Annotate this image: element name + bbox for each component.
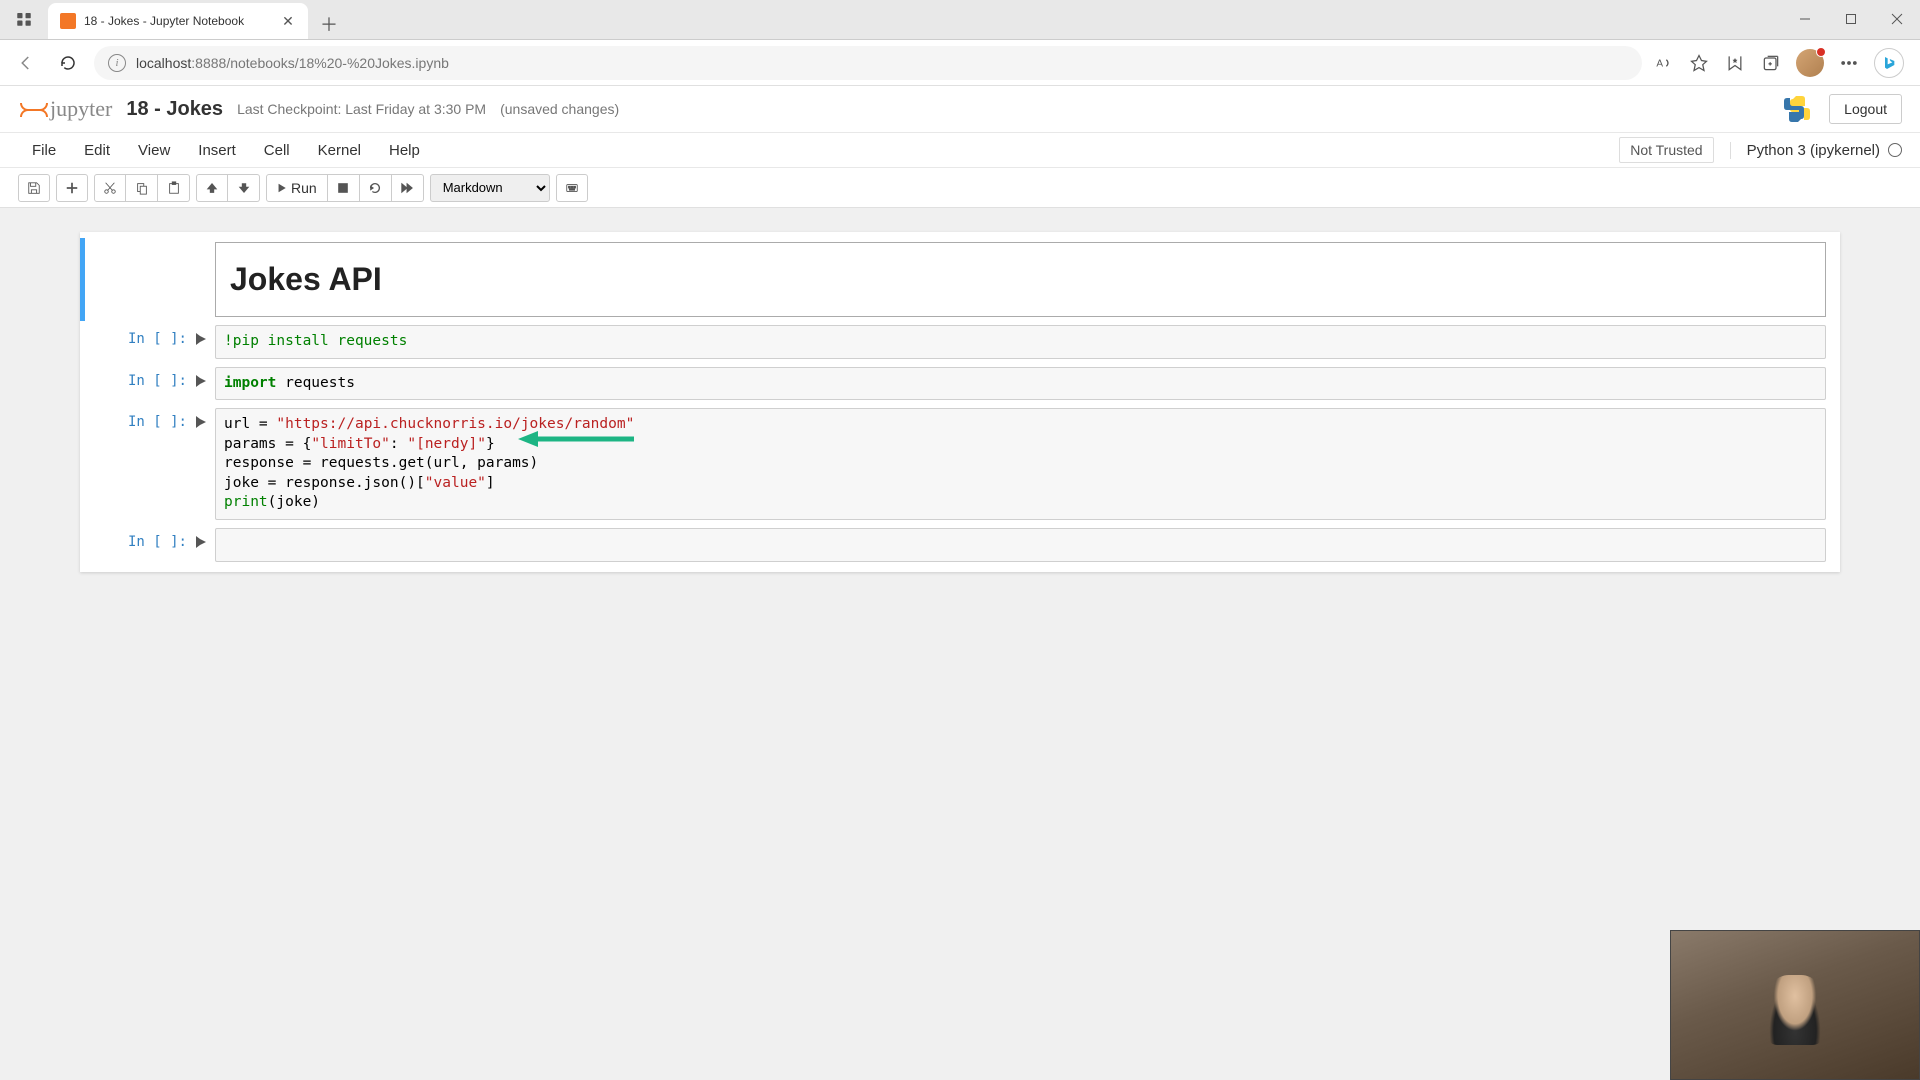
menu-file[interactable]: File xyxy=(18,136,70,165)
menu-cell[interactable]: Cell xyxy=(250,136,304,165)
svg-text:A: A xyxy=(1656,58,1663,69)
run-label: Run xyxy=(291,180,317,196)
prompt-label: In [ ]: xyxy=(128,373,187,389)
browser-tab-strip: 18 - Jokes - Jupyter Notebook ✕ ＋ xyxy=(0,0,1920,40)
menu-view[interactable]: View xyxy=(124,136,184,165)
site-info-icon[interactable]: i xyxy=(108,54,126,72)
jupyter-wordmark: jupyter xyxy=(50,96,112,122)
new-tab-button[interactable]: ＋ xyxy=(314,9,344,39)
prompt-label: In [ ]: xyxy=(128,534,187,550)
notebook-name[interactable]: 18 - Jokes xyxy=(126,98,223,121)
cell-prompt: In [ ]: xyxy=(85,325,215,359)
python-logo-icon xyxy=(1781,93,1813,125)
code-input[interactable]: url = "https://api.chucknorris.io/jokes/… xyxy=(215,408,1826,520)
jupyter-planet-icon xyxy=(18,95,46,123)
maximize-button[interactable] xyxy=(1828,0,1874,39)
code-input[interactable]: !pip install requests xyxy=(215,325,1826,359)
save-button[interactable] xyxy=(18,174,50,202)
browser-tab-active[interactable]: 18 - Jokes - Jupyter Notebook ✕ xyxy=(48,3,308,39)
restart-button[interactable] xyxy=(360,174,392,202)
toolbar: Run Markdown xyxy=(0,168,1920,208)
jupyter-header: jupyter 18 - Jokes Last Checkpoint: Last… xyxy=(0,86,1920,132)
run-cell-icon[interactable] xyxy=(195,534,207,548)
url-field[interactable]: i localhost:8888/notebooks/18%20-%20Joke… xyxy=(94,46,1642,80)
cell-prompt xyxy=(85,242,215,317)
prompt-label: In [ ]: xyxy=(128,414,187,430)
jupyter-logo[interactable]: jupyter xyxy=(18,95,112,123)
logout-button[interactable]: Logout xyxy=(1829,94,1902,124)
annotation-arrow-icon xyxy=(516,429,636,449)
menu-insert[interactable]: Insert xyxy=(184,136,250,165)
jupyter-favicon xyxy=(60,13,76,29)
address-bar: i localhost:8888/notebooks/18%20-%20Joke… xyxy=(0,40,1920,86)
kernel-name[interactable]: Python 3 (ipykernel) xyxy=(1730,142,1902,159)
back-button[interactable] xyxy=(10,47,42,79)
bing-icon[interactable] xyxy=(1874,48,1904,78)
heading-jokes-api: Jokes API xyxy=(230,261,1811,298)
cell-prompt: In [ ]: xyxy=(85,528,215,562)
cell-code-1[interactable]: In [ ]: !pip install requests xyxy=(80,321,1840,363)
favorite-icon[interactable] xyxy=(1688,52,1710,74)
run-cell-icon[interactable] xyxy=(195,331,207,345)
kernel-label: Python 3 (ipykernel) xyxy=(1747,142,1880,159)
prompt-label: In [ ]: xyxy=(128,331,187,347)
window-controls xyxy=(1782,0,1920,39)
cell-prompt: In [ ]: xyxy=(85,367,215,401)
cell-content[interactable]: Jokes API xyxy=(215,242,1826,317)
paste-button[interactable] xyxy=(158,174,190,202)
minimize-button[interactable] xyxy=(1782,0,1828,39)
profile-avatar[interactable] xyxy=(1796,49,1824,77)
cell-code-2[interactable]: In [ ]: import requests xyxy=(80,363,1840,405)
kernel-status-icon xyxy=(1888,143,1902,157)
cell-code-3[interactable]: In [ ]: url = "https://api.chucknorris.i… xyxy=(80,404,1840,524)
run-cell-icon[interactable] xyxy=(195,373,207,387)
notebook-container[interactable]: Jokes API In [ ]: !pip install requests … xyxy=(0,208,1920,1080)
copy-button[interactable] xyxy=(126,174,158,202)
code-input[interactable]: import requests xyxy=(215,367,1826,401)
restart-run-all-button[interactable] xyxy=(392,174,424,202)
webcam-overlay xyxy=(1670,930,1920,1080)
add-cell-button[interactable] xyxy=(56,174,88,202)
cell-prompt: In [ ]: xyxy=(85,408,215,520)
notebook-paper: Jokes API In [ ]: !pip install requests … xyxy=(80,232,1840,572)
url-text: localhost:8888/notebooks/18%20-%20Jokes.… xyxy=(136,55,449,71)
interrupt-button[interactable] xyxy=(328,174,360,202)
read-aloud-icon[interactable]: A xyxy=(1652,52,1674,74)
favorites-bar-icon[interactable] xyxy=(1724,52,1746,74)
menu-kernel[interactable]: Kernel xyxy=(304,136,375,165)
more-icon[interactable] xyxy=(1838,52,1860,74)
menu-edit[interactable]: Edit xyxy=(70,136,124,165)
cell-code-4[interactable]: In [ ]: xyxy=(80,524,1840,566)
run-cell-icon[interactable] xyxy=(195,414,207,428)
close-window-button[interactable] xyxy=(1874,0,1920,39)
unsaved-indicator: (unsaved changes) xyxy=(500,101,619,117)
code-input[interactable] xyxy=(215,528,1826,562)
trust-badge[interactable]: Not Trusted xyxy=(1619,137,1713,163)
cell-markdown-1[interactable]: Jokes API xyxy=(80,238,1840,321)
collections-icon[interactable] xyxy=(1760,52,1782,74)
tab-title: 18 - Jokes - Jupyter Notebook xyxy=(84,14,272,28)
menu-help[interactable]: Help xyxy=(375,136,434,165)
cut-button[interactable] xyxy=(94,174,126,202)
menu-bar: File Edit View Insert Cell Kernel Help N… xyxy=(0,132,1920,168)
cell-type-select[interactable]: Markdown xyxy=(430,174,550,202)
move-down-button[interactable] xyxy=(228,174,260,202)
move-up-button[interactable] xyxy=(196,174,228,202)
checkpoint-text: Last Checkpoint: Last Friday at 3:30 PM xyxy=(237,101,486,117)
refresh-button[interactable] xyxy=(52,47,84,79)
tab-actions-icon[interactable] xyxy=(0,0,48,39)
run-button[interactable]: Run xyxy=(266,174,328,202)
command-palette-button[interactable] xyxy=(556,174,588,202)
close-tab-icon[interactable]: ✕ xyxy=(280,13,296,29)
